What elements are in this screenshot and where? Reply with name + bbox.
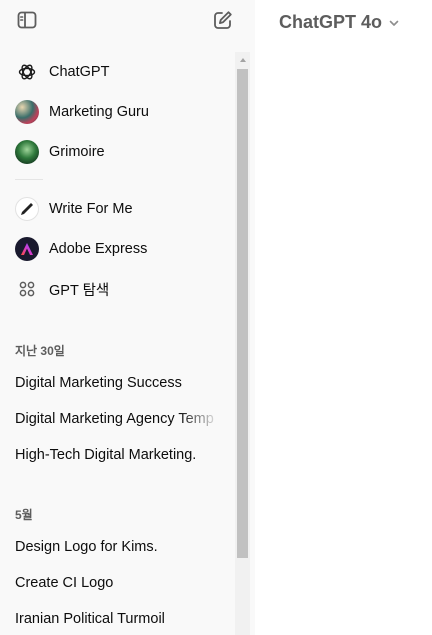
sidebar-item-label: Grimoire <box>49 144 105 160</box>
sidebar-item-label: Marketing Guru <box>49 104 149 120</box>
sidebar-nav: ChatGPT Marketing Guru Grimoire Write Fo… <box>0 52 236 635</box>
section-label-last-30-days: 지난 30일 <box>15 344 65 358</box>
marketing-guru-avatar <box>15 100 39 124</box>
edit-icon <box>214 11 232 29</box>
sidebar-item-adobe-express[interactable]: Adobe Express <box>0 230 236 268</box>
adobe-express-avatar <box>15 237 39 261</box>
sidebar-item-label: ChatGPT <box>49 64 110 80</box>
grimoire-avatar <box>15 140 39 164</box>
sidebar-item-label: Write For Me <box>49 201 133 217</box>
sidebar: ChatGPT Marketing Guru Grimoire Write Fo… <box>0 0 255 635</box>
model-name: ChatGPT 4o <box>279 12 383 32</box>
sidebar-divider <box>15 179 43 180</box>
sidebar-item-marketing-guru[interactable]: Marketing Guru <box>0 93 236 131</box>
history-item[interactable]: Iranian Political Turmoil <box>0 602 236 635</box>
sidebar-item-grimoire[interactable]: Grimoire <box>0 133 236 171</box>
sidebar-item-label: Adobe Express <box>49 241 148 257</box>
sidebar-toggle-icon <box>17 11 37 29</box>
sidebar-item-label: GPT 탐색 <box>49 282 110 299</box>
history-item[interactable]: High-Tech Digital Marketing. <box>0 438 236 472</box>
sidebar-item-chatgpt[interactable]: ChatGPT <box>0 53 236 91</box>
pen-avatar <box>15 197 39 221</box>
scrollbar-thumb[interactable] <box>237 69 248 558</box>
section-label-may: 5월 <box>15 508 33 522</box>
new-chat-button[interactable] <box>209 6 237 34</box>
scroll-up-arrow-icon[interactable] <box>235 52 250 68</box>
openai-logo-icon <box>15 60 39 84</box>
grid-icon <box>15 277 39 301</box>
sidebar-toggle-button[interactable] <box>13 6 41 34</box>
history-item[interactable]: Digital Marketing Agency Temp <box>0 402 236 436</box>
model-selector[interactable]: ChatGPT 4o <box>279 12 400 33</box>
chevron-down-icon <box>389 20 399 26</box>
history-item[interactable]: Design Logo for Kims. <box>0 530 236 564</box>
history-item[interactable]: Create CI Logo <box>0 566 236 600</box>
history-item[interactable]: Digital Marketing Success <box>0 366 236 400</box>
sidebar-header <box>0 0 255 44</box>
sidebar-item-explore-gpts[interactable]: GPT 탐색 <box>0 270 236 308</box>
sidebar-item-write-for-me[interactable]: Write For Me <box>0 190 236 228</box>
